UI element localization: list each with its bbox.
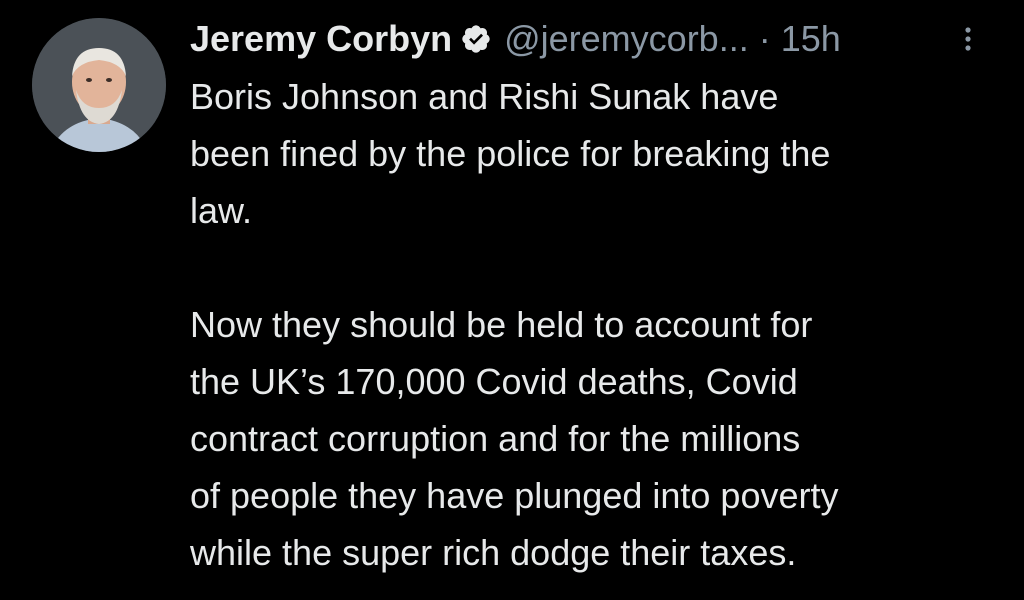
verified-badge-icon: [460, 23, 492, 55]
tweet-paragraph: Boris Johnson and Rishi Sunak have been …: [190, 76, 831, 231]
author-name[interactable]: Jeremy Corbyn: [190, 14, 452, 64]
tweet-header: Jeremy Corbyn @jeremycorb... · 15h: [190, 14, 841, 64]
tweet-text: Boris Johnson and Rishi Sunak have been …: [190, 68, 1010, 581]
timestamp[interactable]: 15h: [781, 14, 841, 64]
tweet[interactable]: Jeremy Corbyn @jeremycorb... · 15h Boris…: [0, 0, 1024, 600]
more-vertical-icon[interactable]: [960, 25, 976, 53]
avatar[interactable]: [32, 18, 166, 152]
separator-dot: ·: [758, 18, 771, 59]
tweet-paragraph: Now they should be held to account for t…: [190, 304, 839, 573]
author-handle[interactable]: @jeremycorb...: [504, 14, 749, 64]
